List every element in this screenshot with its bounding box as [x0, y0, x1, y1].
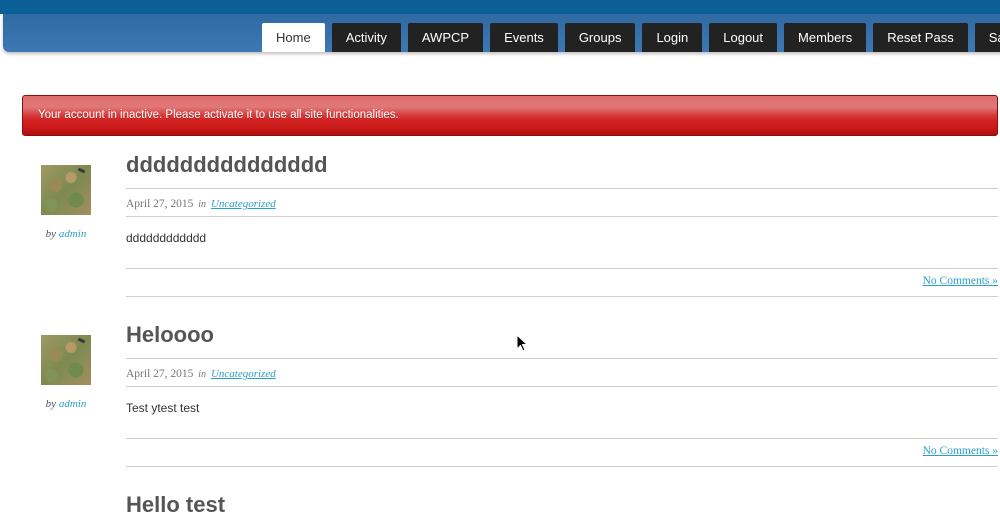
- mouse-cursor-icon: [516, 334, 528, 352]
- top-bar: [0, 0, 1000, 14]
- post-title[interactable]: Hello test: [126, 492, 225, 518]
- comments-link[interactable]: No Comments »: [923, 275, 998, 287]
- post-meta: April 27, 2015 in Uncategorized: [126, 368, 276, 380]
- inactive-account-alert: Your account in inactive. Please activat…: [22, 95, 998, 136]
- in-label: in: [198, 199, 207, 210]
- post-body: Test ytest test: [126, 401, 200, 415]
- category-link[interactable]: Uncategorized: [211, 368, 276, 380]
- divider: [126, 438, 998, 439]
- nav-tab-sample[interactable]: Sample: [974, 23, 1000, 52]
- comments-link[interactable]: No Comments »: [923, 445, 998, 457]
- in-label: in: [198, 369, 207, 380]
- alert-message: Your account in inactive. Please activat…: [38, 109, 399, 121]
- main-nav: Home Activity AWPCP Events Groups Login …: [262, 23, 1000, 52]
- divider: [126, 386, 998, 387]
- nav-tab-events[interactable]: Events: [490, 23, 558, 52]
- author-link[interactable]: admin: [59, 398, 87, 410]
- author-byline: by admin: [0, 228, 132, 240]
- post-date: April 27, 2015: [126, 368, 194, 380]
- nav-tab-logout[interactable]: Logout: [709, 23, 778, 52]
- post-title[interactable]: ddddddddddddddd: [126, 152, 328, 178]
- nav-tab-reset-pass[interactable]: Reset Pass: [873, 23, 968, 52]
- nav-tab-activity[interactable]: Activity: [331, 23, 401, 52]
- post-body: dddddddddddd: [126, 231, 207, 245]
- divider: [126, 466, 998, 467]
- category-link[interactable]: Uncategorized: [211, 198, 276, 210]
- nav-tab-awpcp[interactable]: AWPCP: [407, 23, 484, 52]
- post-title[interactable]: Heloooo: [126, 322, 214, 348]
- nav-tab-members[interactable]: Members: [784, 23, 867, 52]
- divider: [126, 358, 998, 359]
- by-label: by: [45, 228, 57, 240]
- author-avatar[interactable]: [41, 165, 91, 215]
- by-label: by: [45, 398, 57, 410]
- nav-tab-login[interactable]: Login: [642, 23, 703, 52]
- divider: [126, 188, 998, 189]
- nav-tab-groups[interactable]: Groups: [564, 23, 636, 52]
- nav-tab-home[interactable]: Home: [262, 23, 325, 52]
- divider: [126, 296, 998, 297]
- author-byline: by admin: [0, 398, 132, 410]
- post-meta: April 27, 2015 in Uncategorized: [126, 198, 276, 210]
- divider: [126, 216, 998, 217]
- author-link[interactable]: admin: [59, 228, 87, 240]
- divider: [126, 268, 998, 269]
- post-date: April 27, 2015: [126, 198, 194, 210]
- author-avatar[interactable]: [41, 335, 91, 385]
